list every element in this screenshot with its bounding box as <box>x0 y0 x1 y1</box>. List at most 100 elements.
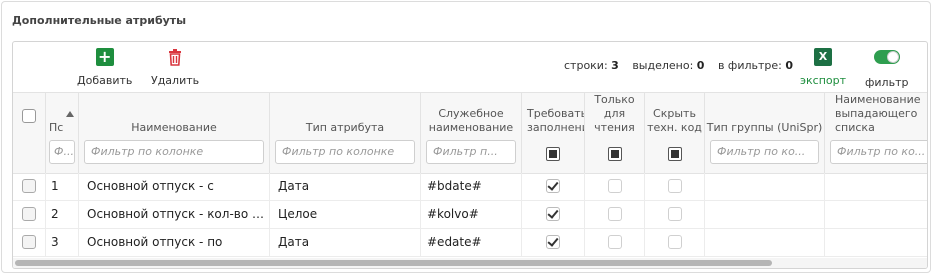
plus-icon: + <box>95 48 114 66</box>
select-all-checkbox[interactable] <box>22 109 36 123</box>
excel-icon: X <box>814 48 833 66</box>
service-name-cell: #kolvo# <box>421 201 522 228</box>
required-checkbox[interactable] <box>546 235 560 249</box>
hidden-code-cell <box>645 201 705 228</box>
selected-count-value: 0 <box>696 59 705 72</box>
group-type-cell <box>705 229 825 256</box>
export-button-label: экспорт <box>800 74 847 87</box>
service-name-cell: #edate# <box>421 229 522 256</box>
additional-attributes-panel: Дополнительные атрибуты + Добавить Удали… <box>1 1 931 273</box>
dropdown-name-cell <box>825 173 927 200</box>
name-cell: Основной отпуск - кол-во дней <box>79 201 270 228</box>
required-cell <box>522 201 585 228</box>
filtered-count-label: в фильтре: <box>717 59 782 72</box>
column-header-required[interactable]: Требовать заполнения <box>522 93 585 173</box>
filter-input-type[interactable]: Фильтр по колонке <box>275 140 415 164</box>
column-dropdown-label: Наименование выпадающего списка <box>835 93 921 134</box>
row-checkbox[interactable] <box>22 207 36 221</box>
scrollbar-thumb[interactable] <box>15 260 772 266</box>
panel-title: Дополнительные атрибуты <box>12 14 187 27</box>
hidden-code-checkbox[interactable] <box>667 235 682 249</box>
rows-count-label: строки: <box>564 59 608 72</box>
column-type-label: Тип атрибута <box>305 121 385 134</box>
hidden-code-cell <box>645 229 705 256</box>
service-name-cell: #bdate# <box>421 173 522 200</box>
column-hidden-label: Скрыть техн. код <box>647 107 702 134</box>
order-cell: 3 <box>46 229 79 256</box>
table-row[interactable]: 3 Основной отпуск - по Дата #edate# <box>13 229 927 257</box>
column-required-label: Требовать заполнения <box>527 107 584 134</box>
row-select-cell <box>13 201 46 228</box>
readonly-checkbox[interactable] <box>607 179 622 193</box>
delete-button-label: Удалить <box>151 74 200 87</box>
hidden-code-cell <box>645 173 705 200</box>
required-cell <box>522 173 585 200</box>
filtered-count-value: 0 <box>785 59 794 72</box>
delete-button[interactable]: Удалить <box>151 48 199 88</box>
row-select-cell <box>13 229 46 256</box>
column-header-group-type[interactable]: Тип группы (UniSpr) Фильтр по ко... <box>705 93 825 173</box>
group-type-cell <box>705 201 825 228</box>
order-cell: 2 <box>46 201 79 228</box>
dropdown-name-cell <box>825 229 927 256</box>
column-header-dropdown-name[interactable]: Наименование выпадающего списка Фильтр п… <box>825 93 927 173</box>
horizontal-scrollbar[interactable] <box>13 258 927 268</box>
add-button-label: Добавить <box>77 74 133 87</box>
toggle-icon <box>873 50 900 64</box>
filter-checkbox-required[interactable] <box>546 147 560 161</box>
readonly-checkbox[interactable] <box>607 207 622 221</box>
column-order-label: Пс <box>49 121 64 134</box>
select-all-column <box>13 93 46 173</box>
column-header-service-name[interactable]: Служебное наименование Фильтр п... <box>421 93 522 173</box>
filter-input-dropdown-name[interactable]: Фильтр по ко... <box>830 140 927 164</box>
trash-icon <box>169 49 182 66</box>
column-header-type[interactable]: Тип атрибута Фильтр по колонке <box>270 93 421 173</box>
type-cell: Дата <box>270 173 421 200</box>
filter-toggle[interactable]: фильтр <box>865 48 908 90</box>
column-readonly-label: Только для чтения <box>594 93 635 134</box>
readonly-cell <box>585 201 645 228</box>
hidden-code-checkbox[interactable] <box>667 207 682 221</box>
rows-count-value: 3 <box>611 59 619 72</box>
filter-input-name[interactable]: Фильтр по колонке <box>84 140 264 164</box>
column-header-order[interactable]: Пс Ф... <box>46 93 79 173</box>
type-cell: Целое <box>270 201 421 228</box>
grid-counters: строки: 3 выделено: 0 в фильтре: 0 <box>564 59 793 72</box>
column-header-readonly[interactable]: Только для чтения <box>585 93 645 173</box>
required-checkbox[interactable] <box>546 207 560 221</box>
table-row[interactable]: 2 Основной отпуск - кол-во дней Целое #k… <box>13 201 927 229</box>
export-button[interactable]: X экспорт <box>800 48 846 88</box>
column-header-hidden-code[interactable]: Скрыть техн. код <box>645 93 705 173</box>
name-cell: Основной отпуск - по <box>79 229 270 256</box>
dropdown-name-cell <box>825 201 927 228</box>
filter-toggle-label: фильтр <box>865 76 909 89</box>
readonly-checkbox[interactable] <box>607 235 622 249</box>
filter-input-service-name[interactable]: Фильтр п... <box>426 140 516 164</box>
readonly-cell <box>585 173 645 200</box>
selected-count-label: выделено: <box>632 59 694 72</box>
type-cell: Дата <box>270 229 421 256</box>
table-row[interactable]: 1 Основной отпуск - с Дата #bdate# <box>13 173 927 201</box>
attributes-grid: + Добавить Удалить строки: 3 выделено: 0… <box>12 41 928 269</box>
column-header-name[interactable]: Наименование Фильтр по колонке <box>79 93 270 173</box>
order-cell: 1 <box>46 173 79 200</box>
filter-input-group-type[interactable]: Фильтр по ко... <box>710 140 819 164</box>
row-select-cell <box>13 173 46 200</box>
required-cell <box>522 229 585 256</box>
row-checkbox[interactable] <box>22 179 36 193</box>
column-service-label: Служебное наименование <box>428 107 514 134</box>
group-type-cell <box>705 173 825 200</box>
filter-checkbox-readonly[interactable] <box>607 147 622 161</box>
hidden-code-checkbox[interactable] <box>667 179 682 193</box>
filter-input-order[interactable]: Ф... <box>49 140 75 164</box>
column-group-label: Тип группы (UniSpr) <box>706 121 823 134</box>
grid-toolbar: + Добавить Удалить строки: 3 выделено: 0… <box>13 42 927 92</box>
name-cell: Основной отпуск - с <box>79 173 270 200</box>
row-checkbox[interactable] <box>22 235 36 249</box>
grid-header: Пс Ф... Наименование Фильтр по колонке Т… <box>13 92 927 174</box>
required-checkbox[interactable] <box>546 179 560 193</box>
filter-checkbox-hidden-code[interactable] <box>667 147 682 161</box>
column-name-label: Наименование <box>131 121 217 134</box>
readonly-cell <box>585 229 645 256</box>
add-button[interactable]: + Добавить <box>77 48 132 88</box>
